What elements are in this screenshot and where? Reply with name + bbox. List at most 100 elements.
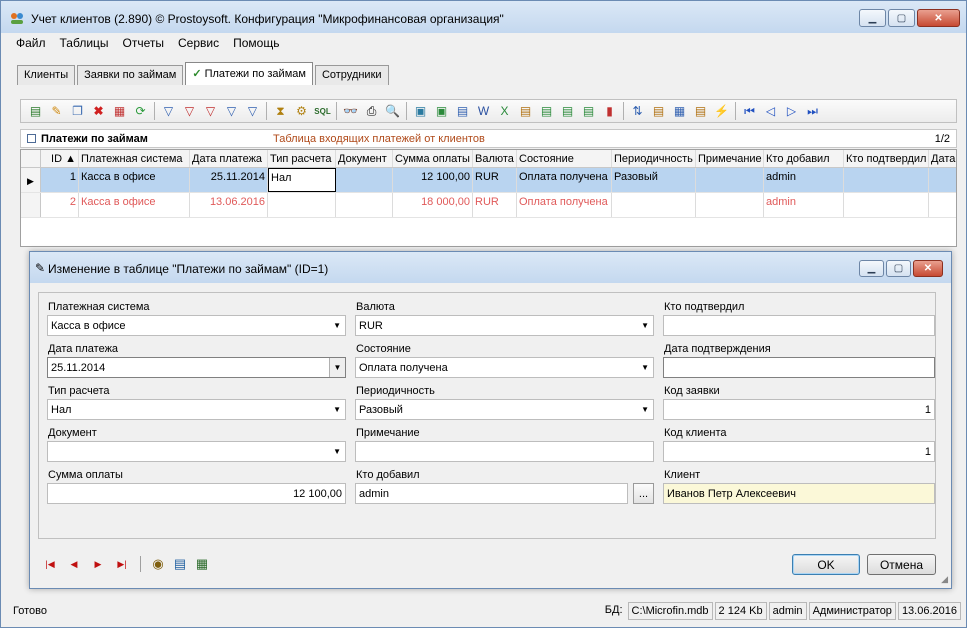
payment-system-select[interactable]: Касса в офисе ▼	[47, 315, 346, 336]
column-header[interactable]: Дата	[929, 150, 956, 167]
cell-date[interactable]	[929, 168, 956, 192]
export-word-icon[interactable]: W	[473, 102, 494, 120]
cell-amount[interactable]: 18 000,00	[393, 193, 473, 217]
request-code-input[interactable]: 1	[663, 399, 935, 420]
export-xml-icon[interactable]: ▤	[578, 102, 599, 120]
cell-confirmed-by[interactable]	[844, 168, 929, 192]
first-record-icon[interactable]: |◀	[38, 559, 62, 570]
sql-icon[interactable]: SQL	[312, 102, 333, 120]
minimize-button[interactable]: ▁	[859, 9, 886, 27]
copy-record-icon[interactable]: ❐	[67, 102, 88, 120]
print-preview-icon[interactable]: 🔍	[382, 102, 403, 120]
column-header[interactable]: Платежная система	[79, 150, 190, 167]
confirm-date-picker[interactable]	[663, 357, 935, 378]
chart-icon[interactable]: ▮	[599, 102, 620, 120]
cell-added-by[interactable]: admin	[764, 193, 844, 217]
collapse-icon[interactable]	[27, 134, 36, 143]
refresh-icon[interactable]: ⟳	[130, 102, 151, 120]
client-field[interactable]: Иванов Петр Алексеевич	[663, 483, 935, 504]
print-icon[interactable]: ⎙	[361, 102, 382, 120]
properties-icon[interactable]: ▦	[669, 102, 690, 120]
delete-table-icon[interactable]: ▦	[109, 102, 130, 120]
resize-grip-icon[interactable]: ◢	[941, 574, 948, 585]
amount-input[interactable]: 12 100,00	[47, 483, 346, 504]
search-binoculars-icon[interactable]: 👓	[340, 102, 361, 120]
cell-payment-date[interactable]: 13.06.2016	[190, 193, 268, 217]
cell-payment-system[interactable]: Касса в офисе	[79, 193, 190, 217]
cell-note[interactable]	[696, 193, 764, 217]
lightning-icon[interactable]: ⚡	[711, 102, 732, 120]
cell-document[interactable]	[336, 168, 393, 192]
export-excel-icon[interactable]: ▣	[431, 102, 452, 120]
cell-amount[interactable]: 12 100,00	[393, 168, 473, 192]
tab-employees[interactable]: Сотрудники	[314, 65, 389, 85]
column-header[interactable]: Состояние	[517, 150, 612, 167]
column-header[interactable]: Документ	[336, 150, 393, 167]
export-xls-icon[interactable]: X	[494, 102, 515, 120]
menu-reports[interactable]: Отчеты	[116, 36, 171, 50]
dropdown-arrow-icon[interactable]: ▼	[329, 358, 345, 377]
export-doc-icon[interactable]: ▤	[452, 102, 473, 120]
note-input[interactable]	[355, 441, 654, 462]
prev-record-icon[interactable]: ◁	[760, 102, 781, 120]
cancel-button[interactable]: Отмена	[867, 554, 936, 575]
added-by-browse-button[interactable]: ...	[633, 483, 654, 504]
dialog-minimize-button[interactable]: ▁	[859, 260, 884, 277]
menu-file[interactable]: Файл	[9, 36, 53, 50]
close-button[interactable]: ✕	[917, 9, 960, 27]
filter-clear-icon[interactable]: ▽	[200, 102, 221, 120]
tab-loan-payments[interactable]: ✓ Платежи по займам	[185, 62, 313, 85]
periodicity-select[interactable]: Разовый ▼	[355, 399, 654, 420]
column-header[interactable]: Периодичность	[612, 150, 696, 167]
export-csv-icon[interactable]: ▤	[536, 102, 557, 120]
cell-currency[interactable]: RUR	[473, 193, 517, 217]
export-icon[interactable]: ▣	[410, 102, 431, 120]
prev-record-icon[interactable]: ◀	[62, 559, 86, 570]
column-header[interactable]: Примечание	[696, 150, 764, 167]
sort-icon[interactable]: ⧗	[270, 102, 291, 120]
cell-id[interactable]: 2	[41, 193, 79, 217]
edit-form-icon[interactable]: ▤	[169, 556, 191, 572]
cell-state[interactable]: Оплата получена	[517, 193, 612, 217]
cell-document[interactable]	[336, 193, 393, 217]
last-record-icon[interactable]: ▶|	[110, 559, 134, 570]
column-header[interactable]: Валюта	[473, 150, 517, 167]
export-txt-icon[interactable]: ▤	[557, 102, 578, 120]
group-icon[interactable]: ⚙	[291, 102, 312, 120]
menu-help[interactable]: Помощь	[226, 36, 286, 50]
last-record-icon[interactable]: ⏭	[802, 102, 823, 120]
column-header[interactable]: Кто подтвердил	[844, 150, 929, 167]
currency-select[interactable]: RUR ▼	[355, 315, 654, 336]
table-settings-icon[interactable]: ▦	[191, 556, 213, 572]
table-row[interactable]: 2 Касса в офисе 13.06.2016 18 000,00 RUR…	[21, 193, 956, 218]
column-header[interactable]: Сумма оплаты	[393, 150, 473, 167]
report-icon[interactable]: ▤	[648, 102, 669, 120]
cell-periodicity[interactable]	[612, 193, 696, 217]
tab-loan-requests[interactable]: Заявки по займам	[77, 65, 184, 85]
cell-currency[interactable]: RUR	[473, 168, 517, 192]
export-html-icon[interactable]: ▤	[515, 102, 536, 120]
added-by-input[interactable]: admin	[355, 483, 628, 504]
client-code-input[interactable]: 1	[663, 441, 935, 462]
cell-date[interactable]	[929, 193, 956, 217]
calc-type-select[interactable]: Нал ▼	[47, 399, 346, 420]
column-header[interactable]: ID ▲	[41, 150, 79, 167]
state-select[interactable]: Оплата получена ▼	[355, 357, 654, 378]
delete-icon[interactable]: ✖	[88, 102, 109, 120]
edit-pencil-icon[interactable]: ✎	[46, 102, 67, 120]
next-record-icon[interactable]: ▷	[781, 102, 802, 120]
table-row[interactable]: ▶ 1 Касса в офисе 25.11.2014 Нал 12 100,…	[21, 168, 956, 193]
cell-payment-date[interactable]: 25.11.2014	[190, 168, 268, 192]
column-header[interactable]: Тип расчета	[268, 150, 336, 167]
filter-icon[interactable]: ▽	[158, 102, 179, 120]
add-record-icon[interactable]: ▤	[25, 102, 46, 120]
cell-note[interactable]	[696, 168, 764, 192]
dialog-maximize-button[interactable]: ▢	[886, 260, 911, 277]
sort-asc-icon[interactable]: ⇅	[627, 102, 648, 120]
maximize-button[interactable]: ▢	[888, 9, 915, 27]
menu-service[interactable]: Сервис	[171, 36, 226, 50]
payment-date-picker[interactable]: 25.11.2014 ▼	[47, 357, 346, 378]
cell-state[interactable]: Оплата получена	[517, 168, 612, 192]
dialog-close-button[interactable]: ✕	[913, 260, 943, 277]
first-record-icon[interactable]: ⏮	[739, 102, 760, 120]
